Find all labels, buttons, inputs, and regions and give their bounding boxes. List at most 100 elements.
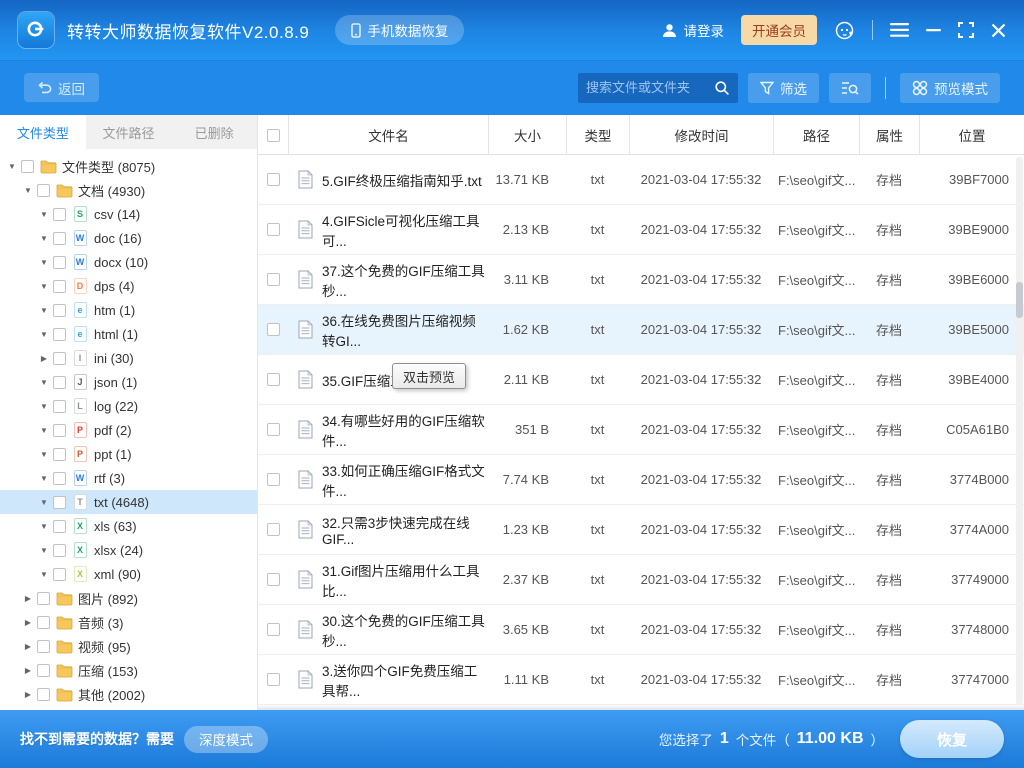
tree-checkbox[interactable] (53, 520, 66, 533)
customer-service-icon[interactable] (834, 20, 855, 41)
tree-checkbox[interactable] (53, 280, 66, 293)
table-row[interactable]: 35.GIF压缩工具更快捷2.11 KBtxt2021-03-04 17:55:… (258, 355, 1024, 405)
advanced-search-button[interactable] (829, 73, 871, 103)
row-checkbox[interactable] (267, 473, 280, 486)
column-header-location[interactable]: 位置 (919, 115, 1024, 155)
row-checkbox[interactable] (267, 423, 280, 436)
collapse-arrow-icon[interactable]: ▼ (38, 426, 50, 435)
tree-item-音频[interactable]: ▶音频 (3) (0, 610, 257, 634)
collapse-arrow-icon[interactable]: ▼ (38, 402, 50, 411)
tree-item-文件类型[interactable]: ▼文件类型 (8075) (0, 154, 257, 178)
column-header-filename[interactable]: 文件名 (288, 115, 488, 155)
back-button[interactable]: 返回 (24, 73, 99, 102)
filter-button[interactable]: 筛选 (748, 73, 819, 103)
collapse-arrow-icon[interactable]: ▼ (38, 330, 50, 339)
table-scrollbar-thumb[interactable] (1016, 282, 1023, 318)
expand-arrow-icon[interactable]: ▶ (22, 594, 34, 603)
table-row[interactable]: 3.送你四个GIF免费压缩工具帮...1.11 KBtxt2021-03-04 … (258, 655, 1024, 705)
row-checkbox[interactable] (267, 623, 280, 636)
tree-checkbox[interactable] (37, 688, 50, 701)
row-checkbox[interactable] (267, 523, 280, 536)
tree-item-dps[interactable]: ▼Ddps (4) (0, 274, 257, 298)
deep-mode-button[interactable]: 深度模式 (184, 726, 268, 753)
tree-checkbox[interactable] (53, 400, 66, 413)
tree-checkbox[interactable] (53, 232, 66, 245)
tree-checkbox[interactable] (53, 544, 66, 557)
phone-recovery-button[interactable]: 手机数据恢复 (335, 15, 464, 45)
tree-checkbox[interactable] (53, 376, 66, 389)
tree-item-htm[interactable]: ▼ehtm (1) (0, 298, 257, 322)
tree-checkbox[interactable] (53, 472, 66, 485)
tree-item-json[interactable]: ▼Jjson (1) (0, 370, 257, 394)
column-header-path[interactable]: 路径 (773, 115, 859, 155)
menu-icon[interactable] (890, 23, 909, 37)
tree-checkbox[interactable] (37, 664, 50, 677)
tree-item-txt[interactable]: ▼Ttxt (4648) (0, 490, 257, 514)
collapse-arrow-icon[interactable]: ▼ (38, 306, 50, 315)
tree-checkbox[interactable] (53, 208, 66, 221)
tree-item-doc[interactable]: ▼Wdoc (16) (0, 226, 257, 250)
table-row[interactable]: 31.Gif图片压缩用什么工具比...2.37 KBtxt2021-03-04 … (258, 555, 1024, 605)
vip-button[interactable]: 开通会员 (741, 15, 817, 45)
tree-item-xlsx[interactable]: ▼Xxlsx (24) (0, 538, 257, 562)
maximize-icon[interactable] (958, 22, 974, 38)
minimize-icon[interactable] (926, 23, 941, 37)
table-row[interactable]: 33.如何正确压缩GIF格式文件...7.74 KBtxt2021-03-04 … (258, 455, 1024, 505)
search-icon[interactable] (714, 80, 730, 96)
tree-checkbox[interactable] (37, 184, 50, 197)
collapse-arrow-icon[interactable]: ▼ (38, 450, 50, 459)
select-all-checkbox[interactable] (267, 129, 280, 142)
tree-checkbox[interactable] (53, 448, 66, 461)
table-row[interactable]: 5.GIF终极压缩指南知乎.txt13.71 KBtxt2021-03-04 1… (258, 155, 1024, 205)
expand-arrow-icon[interactable]: ▶ (22, 666, 34, 675)
tree-item-pdf[interactable]: ▼Ppdf (2) (0, 418, 257, 442)
tree-checkbox[interactable] (53, 304, 66, 317)
row-checkbox[interactable] (267, 323, 280, 336)
column-header-type[interactable]: 类型 (566, 115, 629, 155)
tree-item-文档[interactable]: ▼文档 (4930) (0, 178, 257, 202)
row-checkbox[interactable] (267, 273, 280, 286)
tree-item-其他[interactable]: ▶其他 (2002) (0, 682, 257, 706)
expand-arrow-icon[interactable]: ▶ (38, 354, 50, 363)
tree-checkbox[interactable] (53, 256, 66, 269)
sidebar-tab-2[interactable]: 文件路径 (86, 115, 172, 149)
tree-checkbox[interactable] (53, 424, 66, 437)
search-input[interactable] (586, 80, 714, 95)
collapse-arrow-icon[interactable]: ▼ (38, 210, 50, 219)
column-header-size[interactable]: 大小 (488, 115, 566, 155)
collapse-arrow-icon[interactable]: ▼ (38, 522, 50, 531)
tree-item-xml[interactable]: ▼Xxml (90) (0, 562, 257, 586)
collapse-arrow-icon[interactable]: ▼ (38, 498, 50, 507)
tree-checkbox[interactable] (37, 616, 50, 629)
tree-checkbox[interactable] (53, 328, 66, 341)
collapse-arrow-icon[interactable]: ▼ (22, 186, 34, 195)
table-row[interactable]: 4.GIFSicle可视化压缩工具可...2.13 KBtxt2021-03-0… (258, 205, 1024, 255)
tree-item-rtf[interactable]: ▼Wrtf (3) (0, 466, 257, 490)
collapse-arrow-icon[interactable]: ▼ (38, 282, 50, 291)
tree-item-ppt[interactable]: ▼Pppt (1) (0, 442, 257, 466)
tree-checkbox[interactable] (21, 160, 34, 173)
tree-item-csv[interactable]: ▼Scsv (14) (0, 202, 257, 226)
tree-checkbox[interactable] (37, 640, 50, 653)
tree-item-图片[interactable]: ▶图片 (892) (0, 586, 257, 610)
table-row[interactable]: 36.在线免费图片压缩视频转GI...1.62 KBtxt2021-03-04 … (258, 305, 1024, 355)
collapse-arrow-icon[interactable]: ▼ (38, 234, 50, 243)
tree-item-log[interactable]: ▼Llog (22) (0, 394, 257, 418)
column-header-modified[interactable]: 修改时间 (629, 115, 773, 155)
close-icon[interactable] (991, 23, 1006, 38)
collapse-arrow-icon[interactable]: ▼ (38, 258, 50, 267)
tree-item-docx[interactable]: ▼Wdocx (10) (0, 250, 257, 274)
table-row[interactable]: 32.只需3步快速完成在线GIF...1.23 KBtxt2021-03-04 … (258, 505, 1024, 555)
sidebar-tab-1[interactable]: 文件类型 (0, 115, 86, 149)
tree-item-ini[interactable]: ▶Iini (30) (0, 346, 257, 370)
tree-item-压缩[interactable]: ▶压缩 (153) (0, 658, 257, 682)
collapse-arrow-icon[interactable]: ▼ (38, 474, 50, 483)
expand-arrow-icon[interactable]: ▶ (22, 690, 34, 699)
collapse-arrow-icon[interactable]: ▼ (38, 378, 50, 387)
expand-arrow-icon[interactable]: ▶ (22, 642, 34, 651)
tree-item-html[interactable]: ▼ehtml (1) (0, 322, 257, 346)
table-row[interactable]: 37.这个免费的GIF压缩工具秒...3.11 KBtxt2021-03-04 … (258, 255, 1024, 305)
column-header-attribute[interactable]: 属性 (859, 115, 919, 155)
row-checkbox[interactable] (267, 223, 280, 236)
row-checkbox[interactable] (267, 173, 280, 186)
